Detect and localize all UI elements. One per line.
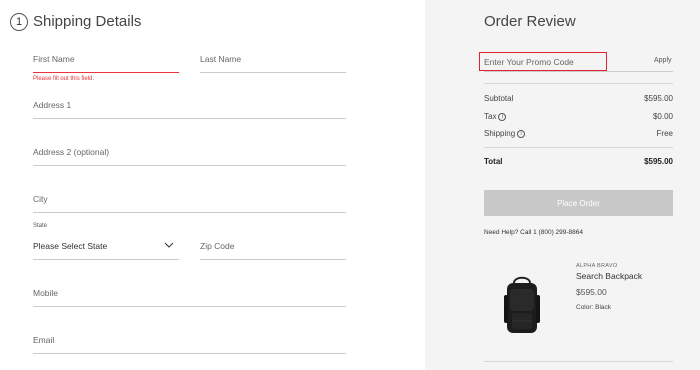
email-placeholder: Email bbox=[33, 335, 55, 345]
shipping-value: Free bbox=[656, 129, 673, 138]
address2-field[interactable]: Address 2 (optional) bbox=[33, 143, 346, 166]
promo-code-input[interactable] bbox=[484, 52, 673, 72]
shipping-title: Shipping Details bbox=[33, 13, 142, 30]
zip-field[interactable]: Zip Code bbox=[200, 237, 346, 260]
divider bbox=[484, 361, 673, 362]
mobile-placeholder: Mobile bbox=[33, 288, 59, 298]
city-placeholder: City bbox=[33, 194, 48, 204]
subtotal-value: $595.00 bbox=[644, 94, 673, 103]
last-name-field[interactable]: Last Name bbox=[200, 50, 346, 73]
city-field[interactable]: City bbox=[33, 190, 346, 213]
step-number: 1 bbox=[10, 13, 28, 31]
tax-value: $0.00 bbox=[652, 112, 673, 121]
last-name-placeholder: Last Name bbox=[200, 54, 242, 64]
subtotal-label: Subtotal bbox=[484, 94, 514, 103]
shipping-info-icon[interactable]: i bbox=[517, 129, 526, 138]
divider bbox=[484, 83, 673, 84]
email-field[interactable]: Email bbox=[33, 331, 346, 354]
state-select[interactable]: State Please Select State bbox=[33, 223, 179, 260]
address2-placeholder: Address 2 (optional) bbox=[33, 147, 110, 157]
shipping-label-wrap: Shipping i bbox=[484, 129, 526, 138]
first-name-field[interactable]: First Name bbox=[33, 50, 179, 73]
tax-label-wrap: Tax i bbox=[484, 112, 507, 121]
address1-field[interactable]: Address 1 bbox=[33, 96, 346, 119]
apply-button[interactable]: Apply bbox=[654, 57, 672, 64]
total-label: Total bbox=[484, 157, 503, 166]
chevron-down-icon bbox=[164, 242, 174, 248]
tax-label: Tax bbox=[484, 112, 497, 121]
place-order-button[interactable]: Place Order bbox=[484, 190, 673, 216]
order-review-panel: Order Review Apply Subtotal $595.00 Taxi… bbox=[425, 0, 700, 370]
tax-info-icon[interactable]: i bbox=[498, 112, 507, 121]
state-label: State bbox=[33, 223, 48, 229]
product-name[interactable]: Search Backpack bbox=[576, 271, 642, 281]
mobile-field[interactable]: Mobile bbox=[33, 284, 346, 307]
shipping-section: 1 Shipping Details First Name Please fil… bbox=[0, 0, 425, 370]
order-review-title: Order Review bbox=[484, 13, 576, 30]
backpack-image bbox=[504, 276, 540, 333]
state-value: Please Select State bbox=[33, 241, 108, 251]
zip-placeholder: Zip Code bbox=[200, 241, 235, 251]
divider bbox=[484, 147, 673, 148]
shipping-label: Shipping bbox=[484, 129, 516, 138]
product-color: Color: Black bbox=[576, 304, 612, 311]
total-value: $595.00 bbox=[644, 157, 673, 166]
product-brand: ALPHA BRAVO bbox=[576, 263, 618, 269]
address1-placeholder: Address 1 bbox=[33, 100, 72, 110]
first-name-placeholder: First Name bbox=[33, 54, 75, 64]
first-name-error: Please fill out this field. bbox=[33, 76, 95, 82]
product-price: $595.00 bbox=[576, 287, 607, 297]
help-text: Need Help? Call 1 (800) 299-8864 bbox=[484, 229, 584, 236]
promo-code-wrapper bbox=[484, 52, 673, 72]
